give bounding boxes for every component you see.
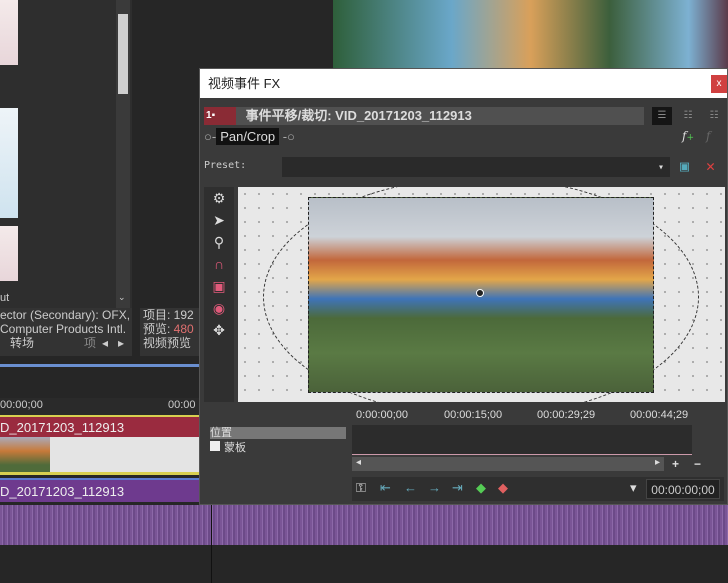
lock-keyframe-icon[interactable]: ⚿	[356, 480, 374, 498]
pointer-icon[interactable]: ➤	[204, 209, 234, 231]
media-thumbnail[interactable]	[0, 0, 18, 65]
scale-about-center-icon[interactable]: ◉	[204, 297, 234, 319]
keyframe-scrollbar[interactable]: ◂ ▸	[352, 457, 664, 471]
zoom-out-button[interactable]: −	[694, 457, 701, 471]
fx-chain-header: 1▪ 事件平移/裁切: VID_20171203_112913	[204, 107, 644, 125]
plugin-chain: ○- Pan/Crop -○	[204, 128, 295, 145]
project-info: 项目: 192	[143, 308, 194, 322]
preview-label: 预览:	[143, 322, 174, 336]
ruler-label: 00:00:44;29	[630, 409, 689, 421]
transition-info: ector (Secondary): OFX, Computer Product…	[0, 308, 132, 356]
prev-tab-icon[interactable]: ◂	[102, 336, 108, 350]
add-keyframe-icon[interactable]: ◆	[476, 480, 494, 498]
lock-aspect-icon[interactable]: ▣	[204, 275, 234, 297]
save-preset-icon[interactable]: ▣	[680, 155, 689, 177]
view-triple-icon[interactable]: ☷	[704, 107, 724, 125]
preview-value: 480	[173, 322, 194, 336]
first-keyframe-icon[interactable]: ⇤	[380, 480, 398, 498]
keyframe-track[interactable]	[352, 425, 692, 455]
settings-icon[interactable]: ⚙	[204, 187, 234, 209]
preset-label: Preset:	[204, 160, 247, 171]
ruler-label: 00:00:29;29	[537, 409, 596, 421]
keyframe-row-mask[interactable]: 蒙板	[210, 441, 346, 454]
preset-row: Preset: ▾ ▣ ✕	[204, 155, 724, 177]
view-single-icon[interactable]: ☰	[652, 107, 672, 125]
keyframe-panel: 位置 蒙板 0:00:00;00 00:00:15;00 00:00:29;29…	[204, 407, 724, 503]
view-double-icon[interactable]: ☷	[678, 107, 698, 125]
mask-label: 蒙板	[224, 442, 246, 454]
audio-event[interactable]: D_20171203_112913	[0, 478, 200, 502]
zoom-in-button[interactable]: +	[672, 457, 679, 471]
video-event-fx-dialog: 视频事件 FX x 1▪ 事件平移/裁切: VID_20171203_11291…	[199, 68, 728, 505]
media-thumbnail[interactable]	[0, 108, 18, 218]
fx-header-title: 事件平移/裁切: VID_20171203_112913	[245, 108, 472, 123]
next-tab-icon[interactable]: ▸	[118, 336, 124, 350]
keyframe-row-position[interactable]: 位置	[210, 427, 346, 439]
preset-select[interactable]: ▾	[282, 157, 670, 177]
zoom-icon[interactable]: ⚲	[204, 231, 234, 253]
audio-waveform[interactable]	[0, 505, 728, 545]
center-handle[interactable]	[476, 289, 484, 297]
dialog-titlebar[interactable]: 视频事件 FX x	[200, 69, 727, 98]
video-event[interactable]: D_20171203_112913	[0, 415, 200, 437]
video-preview-image	[333, 0, 728, 68]
tab-partial[interactable]: 项	[84, 336, 96, 350]
tab-transitions[interactable]: 转场	[10, 336, 34, 350]
chain-number: 1	[206, 110, 212, 121]
event-thumbnail	[0, 437, 50, 472]
dialog-title: 视频事件 FX	[208, 76, 281, 91]
delete-preset-icon[interactable]: ✕	[706, 155, 715, 177]
chevron-down-icon: ▾	[657, 162, 664, 173]
mask-checkbox[interactable]	[210, 441, 220, 451]
delete-keyframe-icon[interactable]: ◆	[498, 480, 516, 498]
media-label: ut	[0, 292, 10, 304]
info-line: ector (Secondary): OFX,	[0, 308, 131, 322]
event-name: D_20171203_112913	[0, 420, 125, 435]
last-keyframe-icon[interactable]: ⇥	[452, 480, 470, 498]
plugin-pan-crop[interactable]: Pan/Crop	[216, 128, 280, 145]
prev-keyframe-icon[interactable]: ←	[404, 480, 422, 498]
tab-video-preview[interactable]: 视频预览	[143, 336, 200, 350]
pan-crop-canvas[interactable]	[238, 187, 725, 402]
keyframe-ruler[interactable]: 0:00:00;00 00:00:15;00 00:00:29;29 00:00…	[352, 409, 692, 423]
pan-crop-toolbar: ⚙ ➤ ⚲ ∩ ▣ ◉ ✥	[204, 187, 234, 402]
next-keyframe-icon[interactable]: →	[428, 480, 446, 498]
video-event-thumbnails[interactable]	[0, 437, 200, 475]
ruler-label: 0:00:00;00	[356, 409, 408, 421]
ruler-label: 00:00	[168, 399, 196, 411]
timeline-ruler[interactable]: 00:00;00 00:00	[0, 398, 200, 415]
current-time-field[interactable]: 00:00:00;00	[646, 479, 720, 499]
move-icon[interactable]: ✥	[204, 319, 234, 341]
media-panel: ut	[0, 0, 132, 308]
ruler-label: 00:00:15;00	[444, 409, 503, 421]
magnet-icon[interactable]: ∩	[204, 253, 234, 275]
media-scrollbar[interactable]: ⌄	[116, 0, 130, 308]
event-name: D_20171203_112913	[0, 484, 125, 499]
add-fx-icon[interactable]: f+	[682, 129, 694, 143]
info-line: Computer Products Intl.	[0, 322, 127, 336]
preview-info: 项目: 192 预览: 480 视频预览	[140, 308, 200, 356]
playhead[interactable]	[211, 505, 212, 583]
ruler-label: 00:00;00	[0, 399, 43, 411]
media-thumbnail[interactable]	[0, 226, 18, 281]
keyframe-controls: ⚿ ⇤ ← → ⇥ ◆ ◆ ▾ 00:00:00;00	[352, 477, 724, 501]
divider	[0, 364, 200, 367]
remove-fx-icon[interactable]: f	[706, 129, 710, 143]
chain-badge[interactable]: 1▪	[204, 107, 236, 125]
close-button[interactable]: x	[711, 75, 727, 93]
